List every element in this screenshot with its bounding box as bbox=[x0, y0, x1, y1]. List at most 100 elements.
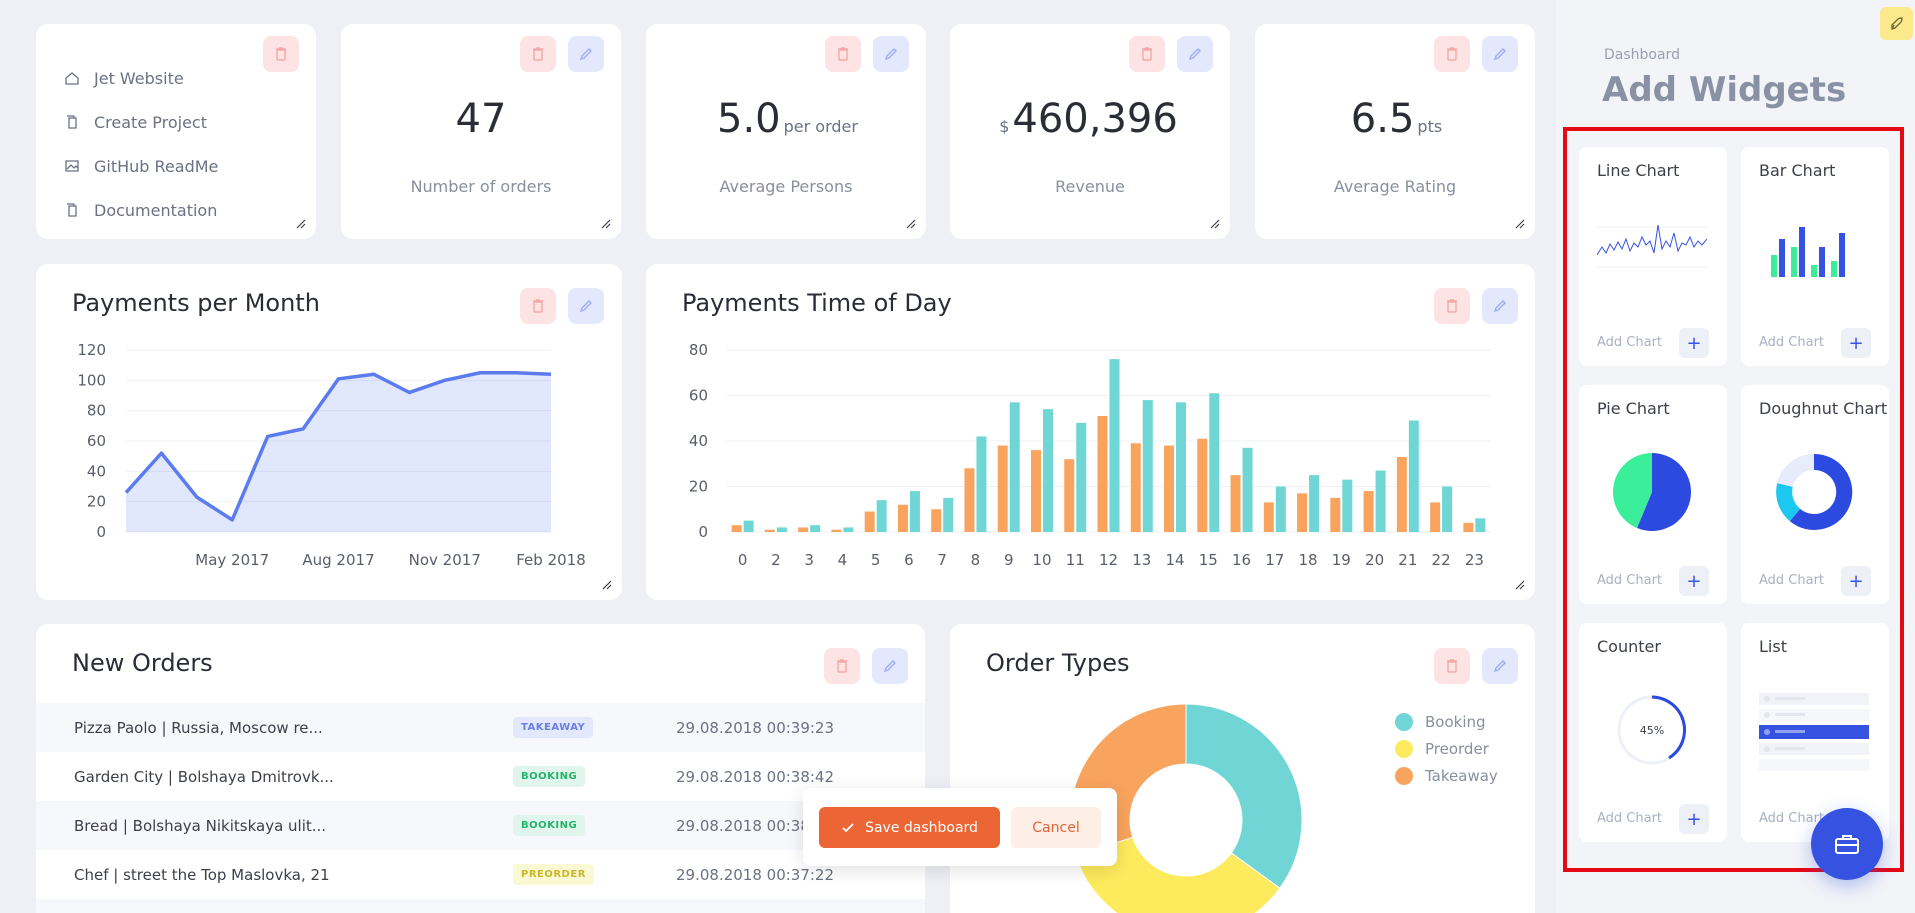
delete-widget-button[interactable] bbox=[1129, 36, 1165, 72]
y-tick-label: 0 bbox=[698, 523, 708, 541]
widget-title: List bbox=[1759, 637, 1787, 656]
widget-card-bar[interactable]: Bar Chart Add Chart + bbox=[1741, 147, 1889, 366]
table-row[interactable]: Pizza Paolo | Russia, Moscow re... TAKEA… bbox=[36, 703, 925, 752]
trash-icon bbox=[837, 659, 847, 673]
stat-label: Revenue bbox=[1055, 177, 1125, 196]
widgets-toggle-button[interactable] bbox=[1811, 808, 1883, 880]
table-row[interactable]: Bread | Bolshaya Nikitskaya ulit... BOOK… bbox=[36, 801, 925, 850]
counter-preview-icon: 45% bbox=[1617, 695, 1687, 765]
widget-title: Doughnut Chart bbox=[1759, 399, 1888, 418]
x-tick-label: 5 bbox=[871, 551, 881, 569]
add-doughnut-chart-button[interactable]: + bbox=[1841, 566, 1871, 596]
bar-preorder bbox=[1164, 445, 1175, 532]
add-chart-label: Add Chart bbox=[1759, 335, 1825, 350]
delete-widget-button[interactable] bbox=[825, 36, 861, 72]
legend-label: Booking bbox=[1425, 712, 1486, 731]
link-label: Create Project bbox=[94, 112, 207, 132]
edit-widget-button[interactable] bbox=[1482, 36, 1518, 72]
delete-widget-button[interactable] bbox=[1434, 36, 1470, 72]
add-pie-chart-button[interactable]: + bbox=[1679, 566, 1709, 596]
bar-booking bbox=[1408, 420, 1419, 532]
legend-swatch bbox=[1395, 766, 1413, 785]
x-tick-label: Nov 2017 bbox=[409, 551, 481, 569]
bar-booking bbox=[810, 525, 821, 532]
add-bar-chart-button[interactable]: + bbox=[1841, 328, 1871, 358]
stat-card-orders: 47 Number of orders bbox=[341, 24, 621, 239]
widget-card-line[interactable]: Line Chart Add Chart + bbox=[1579, 147, 1727, 366]
edit-widget-button[interactable] bbox=[1177, 36, 1213, 72]
bar-preorder bbox=[1263, 502, 1274, 532]
link-documentation[interactable]: Documentation bbox=[64, 188, 218, 232]
resize-handle-icon[interactable] bbox=[294, 217, 306, 229]
resize-handle-icon[interactable] bbox=[599, 217, 611, 229]
widget-card-counter[interactable]: Counter 45% Add Chart + bbox=[1579, 623, 1727, 842]
bar-preorder bbox=[964, 468, 975, 532]
save-dashboard-popup: Save dashboard Cancel bbox=[803, 788, 1117, 866]
y-tick-label: 40 bbox=[87, 462, 106, 480]
x-tick-label: 13 bbox=[1132, 551, 1151, 569]
add-counter-button[interactable]: + bbox=[1679, 804, 1709, 834]
x-tick-label: 9 bbox=[1004, 551, 1014, 569]
bar-preorder bbox=[731, 525, 742, 532]
link-label: Jet Website bbox=[94, 68, 184, 88]
bar-booking bbox=[843, 527, 854, 532]
widget-card-doughnut[interactable]: Doughnut Chart Add Chart + bbox=[1741, 385, 1889, 604]
table-row[interactable]: Garden City | Bolshaya Dmitrovk... BOOKI… bbox=[36, 752, 925, 801]
add-line-chart-button[interactable]: + bbox=[1679, 328, 1709, 358]
link-create-project[interactable]: Create Project bbox=[64, 100, 218, 144]
legend-label: Preorder bbox=[1425, 739, 1489, 758]
link-jet-website[interactable]: Jet Website bbox=[64, 56, 218, 100]
delete-widget-button[interactable] bbox=[824, 648, 860, 684]
x-tick-label: Aug 2017 bbox=[302, 551, 374, 569]
widget-title: Counter bbox=[1597, 637, 1661, 656]
rocket-icon[interactable] bbox=[1880, 7, 1913, 40]
edit-widget-button[interactable] bbox=[873, 36, 909, 72]
bar-preorder bbox=[897, 504, 908, 532]
bar-booking bbox=[743, 520, 754, 532]
pencil-icon bbox=[1188, 48, 1201, 61]
order-types-card: Order Types Booking Preorder Takeaway bbox=[950, 624, 1535, 913]
table-row[interactable] bbox=[36, 899, 925, 913]
resize-handle-icon[interactable] bbox=[1513, 217, 1525, 229]
link-github-readme[interactable]: GitHub ReadMe bbox=[64, 144, 218, 188]
bar-preorder bbox=[997, 445, 1008, 532]
resize-handle-icon[interactable] bbox=[600, 578, 612, 590]
x-tick-label: Feb 2018 bbox=[516, 551, 586, 569]
add-chart-label: Add Chart bbox=[1759, 573, 1825, 588]
stat-card-persons: 5.0 per order Average Persons bbox=[646, 24, 926, 239]
bar-booking bbox=[1342, 479, 1353, 532]
bar-preorder bbox=[1197, 438, 1208, 532]
briefcase-icon bbox=[1835, 835, 1859, 854]
card-title: New Orders bbox=[72, 649, 213, 677]
bar-booking bbox=[943, 497, 954, 532]
widget-card-list[interactable]: List Add Chart bbox=[1741, 623, 1889, 842]
delete-widget-button[interactable] bbox=[520, 36, 556, 72]
delete-widget-button[interactable] bbox=[263, 36, 299, 72]
copy-icon bbox=[67, 115, 77, 129]
bar-preorder bbox=[864, 511, 875, 532]
stat-value: 47 bbox=[455, 96, 507, 142]
y-tick-label: 100 bbox=[77, 371, 106, 389]
x-tick-label: 17 bbox=[1265, 551, 1284, 569]
bar-preorder bbox=[764, 529, 775, 532]
save-dashboard-button[interactable]: Save dashboard bbox=[819, 807, 1000, 848]
cancel-button[interactable]: Cancel bbox=[1011, 807, 1101, 848]
table-row[interactable]: Chef | street the Top Maslovka, 21 PREOR… bbox=[36, 850, 925, 899]
resize-handle-icon[interactable] bbox=[1208, 217, 1220, 229]
trash-icon bbox=[1142, 47, 1152, 61]
x-tick-label: 2 bbox=[771, 551, 781, 569]
image-icon bbox=[65, 160, 79, 172]
x-tick-label: 16 bbox=[1232, 551, 1251, 569]
bar-booking bbox=[1176, 402, 1187, 532]
pencil-icon bbox=[883, 660, 896, 673]
x-tick-label: 8 bbox=[971, 551, 981, 569]
order-name: Pizza Paolo | Russia, Moscow re... bbox=[74, 718, 323, 737]
edit-widget-button[interactable] bbox=[568, 36, 604, 72]
trash-icon bbox=[276, 47, 286, 61]
widget-card-pie[interactable]: Pie Chart Add Chart + bbox=[1579, 385, 1727, 604]
bar-preorder bbox=[1430, 502, 1441, 532]
resize-handle-icon[interactable] bbox=[1513, 578, 1525, 590]
x-tick-label: 23 bbox=[1465, 551, 1484, 569]
edit-widget-button[interactable] bbox=[872, 648, 908, 684]
resize-handle-icon[interactable] bbox=[904, 217, 916, 229]
